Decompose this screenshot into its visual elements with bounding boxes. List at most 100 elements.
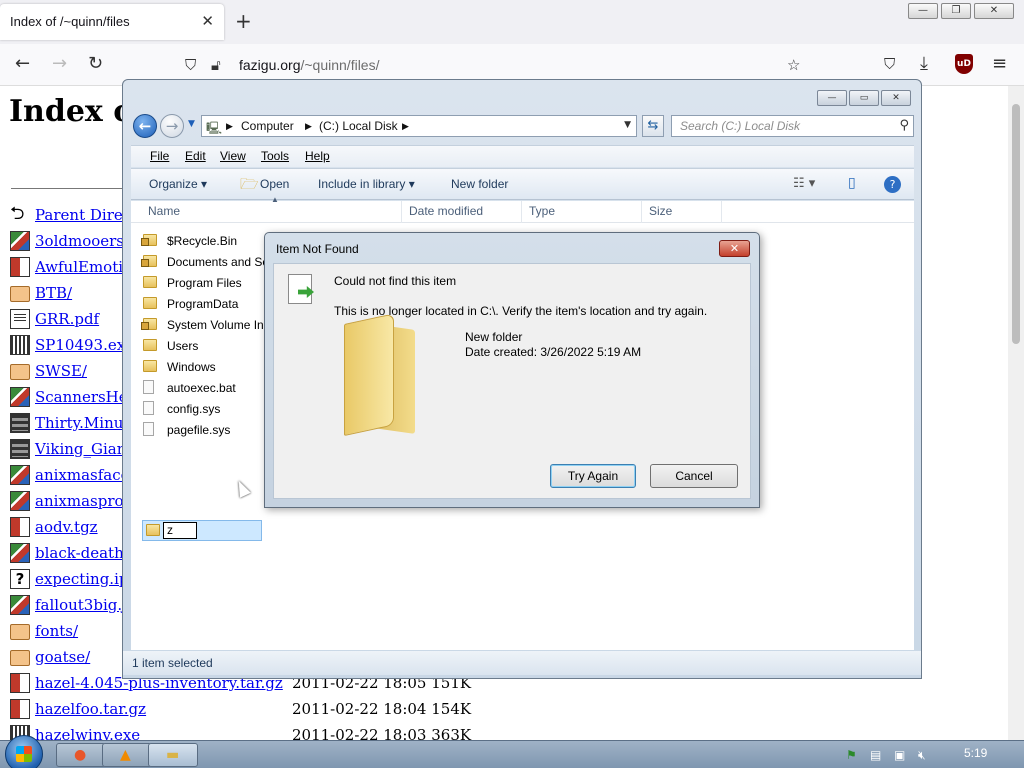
network-icon[interactable]: ▣ (894, 748, 908, 762)
search-icon[interactable]: ⚲ (899, 118, 909, 133)
breadcrumb-computer[interactable]: Computer (241, 119, 294, 133)
file-link[interactable]: GRR.pdf (35, 310, 99, 328)
item-date-created: Date created: 3/26/2022 5:19 AM (465, 345, 642, 359)
rename-input[interactable]: z (163, 522, 197, 539)
volume-muted-icon[interactable]: 🔇︎ (918, 748, 932, 762)
explorer-close-button[interactable]: ✕ (881, 90, 911, 106)
back-button[interactable]: ← (15, 54, 30, 74)
ublock-icon[interactable]: uD (955, 54, 973, 74)
breadcrumb-separator-icon[interactable]: ▶ (226, 121, 233, 132)
column-divider[interactable] (641, 201, 642, 223)
taskbar-firefox[interactable]: ● (56, 743, 106, 767)
clipboard-icon[interactable]: ▤ (870, 748, 884, 762)
file-name: Users (167, 339, 199, 353)
organize-button[interactable]: Organize ▾ (149, 177, 207, 191)
column-header: Name ▲ Date modified Type Size (131, 195, 914, 223)
back-icon: ⮌ (10, 203, 25, 224)
windows-logo-icon (16, 746, 32, 762)
file-link[interactable]: Viking_Giant (35, 440, 132, 458)
url-bar[interactable]: ⛉ 🔓︎ fazigu.org/~quinn/files/ ☆ (175, 49, 815, 81)
column-divider[interactable] (721, 201, 722, 223)
breadcrumb-separator-icon[interactable]: ▶ (402, 121, 409, 132)
preview-pane-icon[interactable]: ▯ (848, 175, 856, 191)
explorer-forward-button[interactable]: → (160, 114, 184, 138)
archive-icon (10, 257, 30, 277)
taskbar-vlc[interactable]: ▲ (102, 743, 152, 767)
minimize-button[interactable]: — (908, 3, 938, 19)
downloads-icon[interactable]: ⤓ (920, 54, 928, 74)
explorer-back-button[interactable]: ← (133, 114, 157, 138)
scrollbar-thumb[interactable] (1012, 104, 1020, 344)
column-divider[interactable] (401, 201, 402, 223)
dialog-close-button[interactable]: ✕ (719, 240, 750, 257)
try-again-button[interactable]: Try Again (550, 464, 636, 488)
column-divider[interactable] (521, 201, 522, 223)
selected-folder-row[interactable]: z (142, 520, 262, 541)
recent-pages-icon[interactable]: ▼ (188, 119, 195, 129)
clock[interactable]: 5:19 (964, 746, 987, 760)
close-window-button[interactable]: ✕ (974, 3, 1014, 19)
menu-edit[interactable]: Edit (185, 149, 206, 163)
pocket-icon[interactable]: ⛉ (884, 54, 895, 74)
refresh-button[interactable]: ⇆ (642, 115, 664, 137)
new-folder-button[interactable]: New folder (451, 177, 508, 191)
address-bar[interactable]: 🖳︎ ▶ Computer ▶ (C:) Local Disk ▶ ▼ (201, 115, 637, 137)
file-meta: 2011-02-22 18:03 363K (292, 726, 472, 740)
view-options-icon[interactable]: ☷ ▾ (793, 176, 815, 191)
lock-icon[interactable]: 🔓︎ (211, 56, 221, 74)
reload-button[interactable]: ↻ (88, 54, 103, 74)
vlc-icon: ▲ (120, 747, 131, 763)
file-link[interactable]: BTB/ (35, 284, 72, 302)
file-name: autoexec.bat (167, 381, 236, 395)
start-button[interactable] (5, 735, 43, 768)
file-link[interactable]: SWSE/ (35, 362, 87, 380)
search-input[interactable]: Search (C:) Local Disk ⚲ (671, 115, 914, 137)
menu-view[interactable]: View (220, 149, 246, 163)
breadcrumb-separator-icon[interactable]: ▶ (305, 121, 312, 132)
url-host: fazigu.org (239, 57, 301, 73)
status-text: 1 item selected (132, 656, 213, 670)
browser-tab[interactable]: Index of /~quinn/files ✕ (0, 4, 224, 40)
command-bar: Organize ▾ 🗁︎ Open Include in library ▾ … (131, 168, 914, 200)
bookmark-star-icon[interactable]: ☆ (787, 56, 800, 74)
file-link[interactable]: hazelwinv.exe (35, 726, 140, 740)
open-folder-icon: 🗁︎ (240, 175, 259, 193)
url-text[interactable]: fazigu.org/~quinn/files/ (239, 57, 379, 73)
file-link[interactable]: goatse/ (35, 648, 90, 666)
file-link[interactable]: hazelfoo.tar.gz (35, 700, 146, 718)
image-icon (10, 465, 30, 485)
menu-tools[interactable]: Tools (261, 149, 289, 163)
column-date-modified[interactable]: Date modified (409, 204, 483, 218)
file-link[interactable]: SP10493.exe (35, 336, 134, 354)
folder-icon (146, 524, 160, 536)
menu-help[interactable]: Help (305, 149, 330, 163)
taskbar-explorer[interactable]: ▬ (148, 743, 198, 767)
action-center-icon[interactable]: ⚑ (846, 748, 860, 762)
file-name: System Volume In (167, 318, 264, 332)
address-dropdown-icon[interactable]: ▼ (624, 120, 631, 130)
file-icon (143, 380, 154, 394)
archive-icon (10, 699, 30, 719)
new-tab-button[interactable]: + (235, 11, 252, 31)
forward-button[interactable]: → (52, 54, 67, 74)
explorer-minimize-button[interactable]: — (817, 90, 847, 106)
cancel-button[interactable]: Cancel (650, 464, 738, 488)
include-in-library-button[interactable]: Include in library ▾ (318, 177, 415, 191)
file-link[interactable]: fonts/ (35, 622, 78, 640)
file-link[interactable]: aodv.tgz (35, 518, 98, 536)
column-size[interactable]: Size (649, 204, 672, 218)
maximize-button[interactable]: ❐ (941, 3, 971, 19)
open-button[interactable]: Open (260, 177, 289, 191)
explorer-maximize-button[interactable]: ▭ (849, 90, 879, 106)
breadcrumb-local-disk[interactable]: (C:) Local Disk (319, 119, 398, 133)
column-type[interactable]: Type (529, 204, 555, 218)
shield-icon[interactable]: ⛉ (185, 56, 196, 74)
page-scrollbar[interactable] (1008, 86, 1024, 740)
menu-bar: File Edit View Tools Help (131, 145, 914, 167)
unknown-icon: ? (10, 569, 30, 589)
help-icon[interactable]: ? (884, 176, 901, 193)
app-menu-icon[interactable]: ≡ (992, 54, 1007, 74)
menu-file[interactable]: File (150, 149, 169, 163)
column-name[interactable]: Name (148, 204, 180, 218)
tab-close-icon[interactable]: ✕ (201, 12, 214, 30)
